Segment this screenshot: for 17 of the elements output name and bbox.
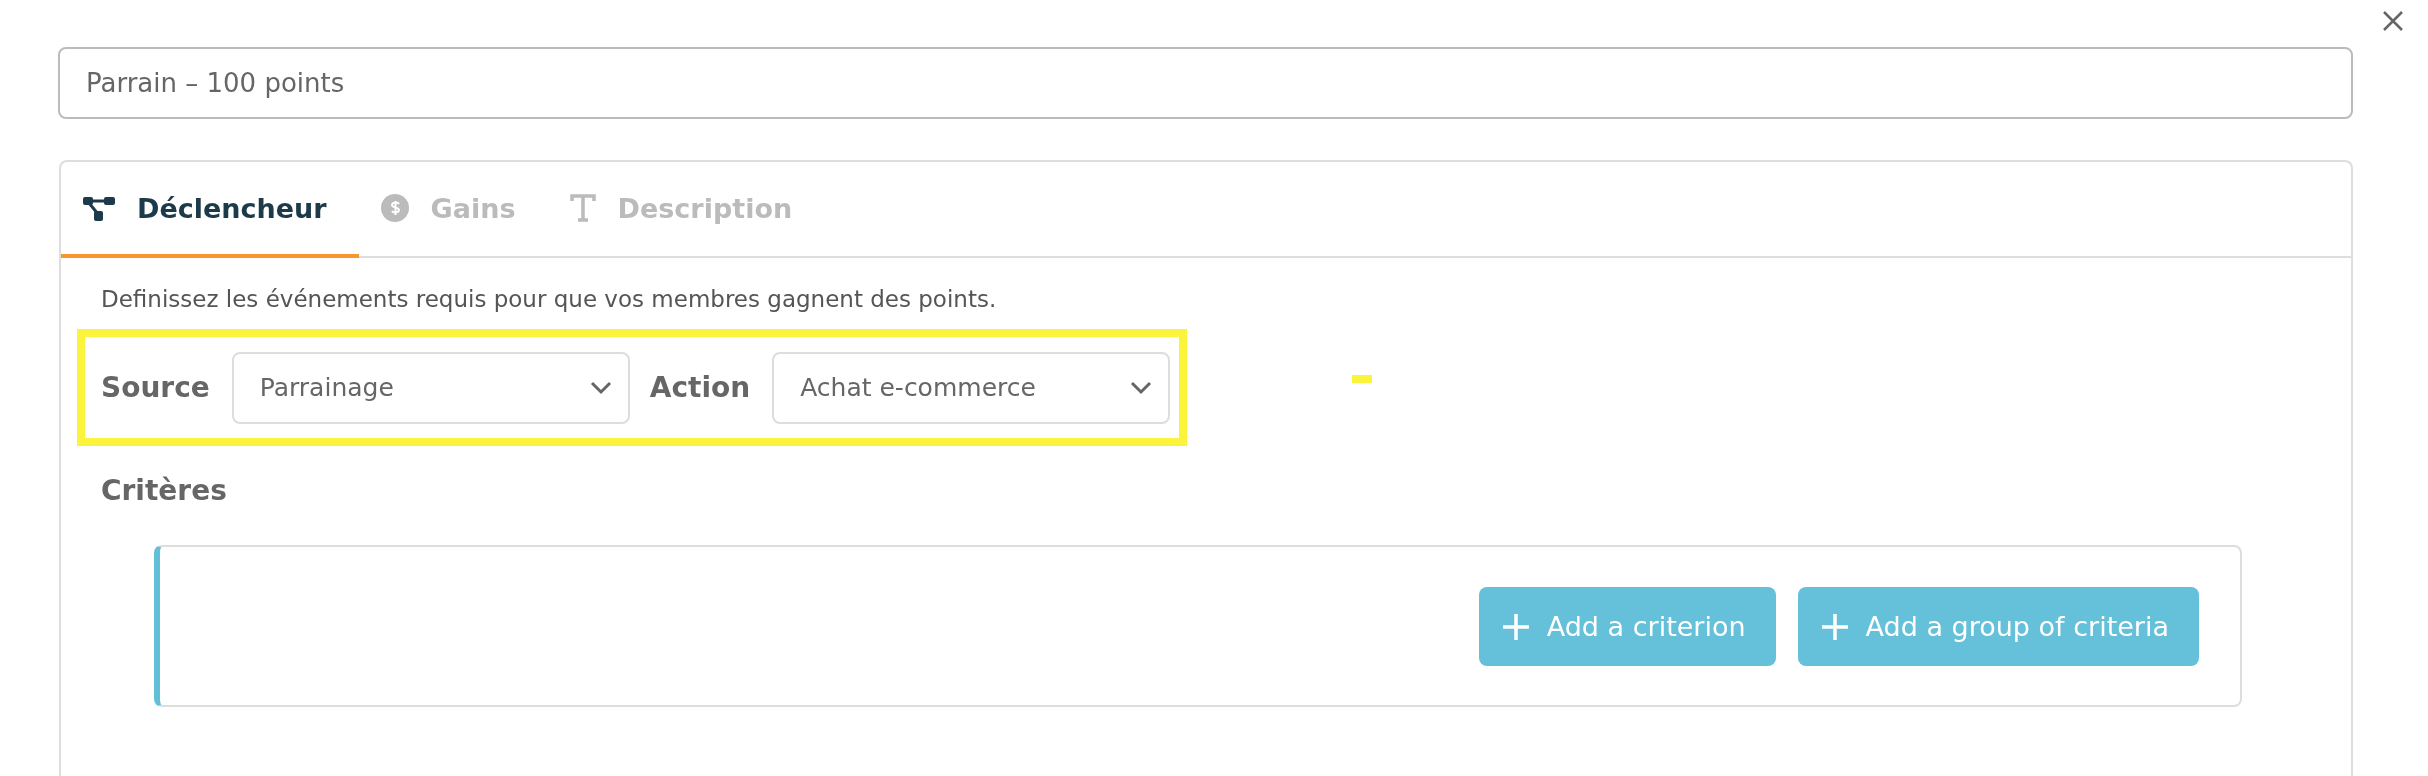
field-label: Action [649, 371, 751, 404]
dollar-icon [380, 194, 409, 222]
network-icon [83, 195, 115, 221]
chevron-down-icon [1130, 380, 1153, 395]
dropdown[interactable]: Parrainage [231, 351, 630, 424]
title-field[interactable]: Parrain – 100 points [58, 47, 2353, 119]
chevron-down-icon [589, 380, 612, 395]
highlight-mark [1352, 375, 1372, 383]
tab[interactable]: Déclencheur [61, 162, 359, 258]
section-heading: Critères [101, 474, 228, 507]
plus-icon [1821, 613, 1848, 640]
field-label: Source [101, 371, 210, 404]
instruction-text: Definissez les événements requis pour que vos membres gagnent des points. [101, 286, 998, 312]
plus-icon [1502, 613, 1529, 640]
close-icon[interactable] [2382, 10, 2404, 32]
text-icon [569, 194, 596, 222]
dropdown[interactable]: Achat e-commerce [772, 351, 1171, 424]
